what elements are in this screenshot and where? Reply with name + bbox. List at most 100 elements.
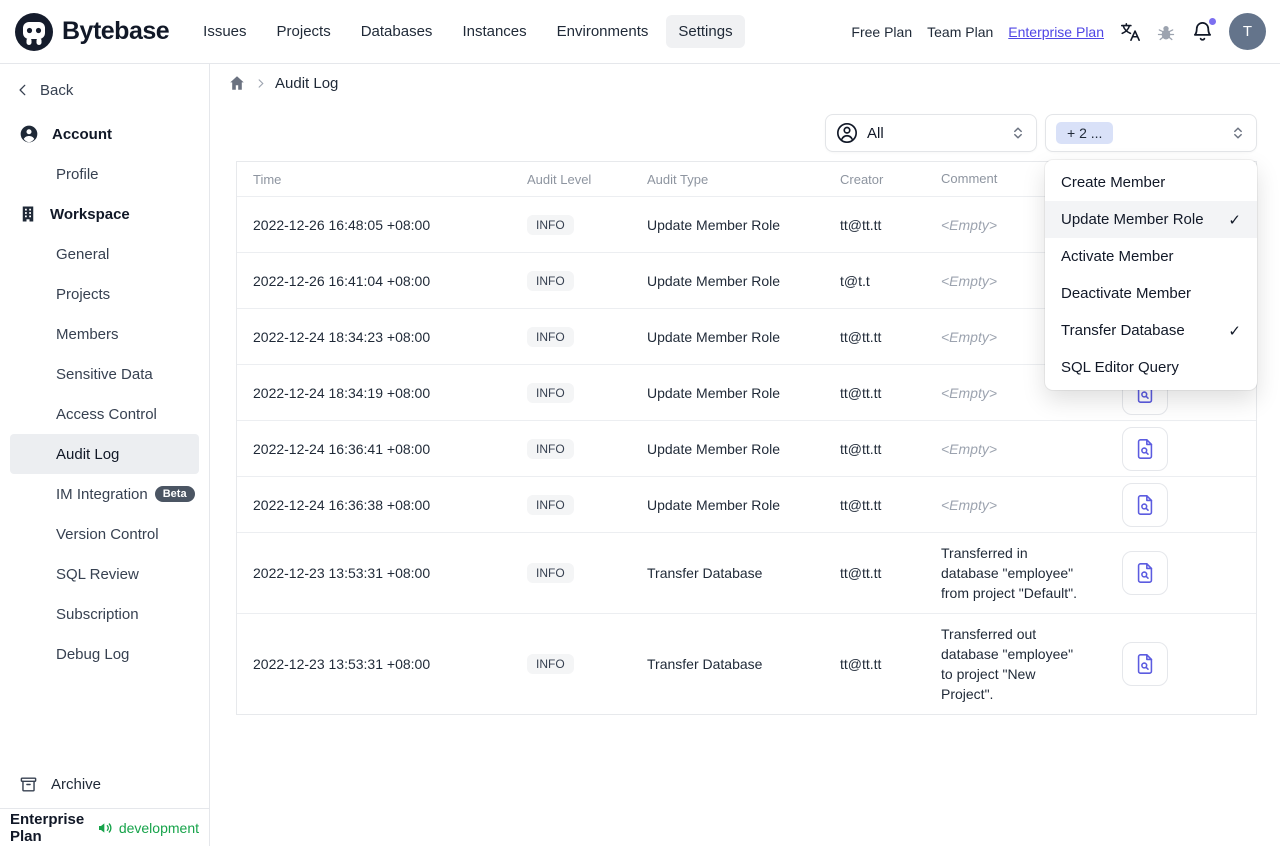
sidebar-item-general[interactable]: General — [10, 234, 199, 274]
menu-item-sql-editor-query[interactable]: SQL Editor Query — [1045, 349, 1257, 386]
sidebar-item-label: Debug Log — [56, 645, 130, 663]
table-row: 2022-12-23 13:53:31 +08:00 INFO Transfer D… — [237, 532, 1256, 613]
menu-item-deactivate-member[interactable]: Deactivate Member — [1045, 275, 1257, 312]
cell-time: 2022-12-24 16:36:41 +08:00 — [253, 440, 431, 457]
sidebar-item-label: Subscription — [56, 605, 139, 623]
plan-free-plan[interactable]: Free Plan — [851, 24, 912, 40]
cell-time: 2022-12-23 13:53:31 +08:00 — [253, 656, 431, 672]
nav-item-projects[interactable]: Projects — [265, 15, 343, 48]
notifications-bell-icon[interactable] — [1191, 17, 1217, 43]
home-icon[interactable] — [228, 74, 246, 92]
nav-item-environments[interactable]: Environments — [545, 15, 661, 48]
chevron-updown-icon — [1014, 127, 1022, 139]
sidebar-item-im-integration[interactable]: IM Integration Beta — [10, 474, 199, 514]
menu-item-activate-member[interactable]: Activate Member — [1045, 238, 1257, 275]
sidebar-item-members[interactable]: Members — [10, 314, 199, 354]
nav-item-settings[interactable]: Settings — [666, 15, 745, 48]
sidebar-item-label: Members — [56, 325, 119, 343]
chevron-updown-icon — [1234, 127, 1242, 139]
cell-audit-level: INFO — [507, 382, 627, 403]
audit-level-badge: INFO — [527, 654, 574, 674]
view-audit-detail-button[interactable] — [1122, 482, 1168, 527]
sidebar-item-label: General — [56, 245, 110, 263]
audit-level-badge: INFO — [527, 382, 574, 403]
cell-audit-level: INFO — [507, 270, 627, 291]
menu-item-label: Update Member Role — [1061, 211, 1204, 228]
menu-item-update-member-role[interactable]: Update Member Role ✓ — [1045, 201, 1257, 238]
sidebar-item-sensitive-data[interactable]: Sensitive Data — [10, 354, 199, 394]
plan-enterprise-plan[interactable]: Enterprise Plan — [1008, 24, 1104, 40]
sidebar-item-archive[interactable]: Archive — [0, 764, 209, 804]
empty-comment: <Empty> — [941, 496, 998, 513]
cell-audit-type: Update Member Role — [647, 272, 781, 289]
audit-level-badge: INFO — [527, 563, 574, 583]
cell-audit-level: INFO — [507, 438, 627, 459]
breadcrumb: Audit Log — [228, 74, 338, 92]
menu-item-label: Activate Member — [1061, 248, 1174, 265]
menu-item-transfer-database[interactable]: Transfer Database ✓ — [1045, 312, 1257, 349]
person-circle-icon — [836, 122, 858, 144]
column-header-creator: Creator — [840, 171, 884, 187]
back-label: Back — [40, 81, 74, 99]
back-button[interactable]: Back — [0, 70, 209, 110]
cell-audit-level: INFO — [507, 214, 627, 235]
creator-filter-select[interactable]: All — [825, 114, 1037, 152]
view-audit-detail-button[interactable] — [1122, 426, 1168, 471]
cell-actions — [1092, 482, 1256, 527]
main-nav: Issues Projects Databases Instances Environm… — [191, 15, 745, 48]
cell-actions — [1092, 642, 1256, 686]
audit-type-filter-select[interactable]: + 2 ... — [1045, 114, 1257, 152]
sidebar-section-label: Account — [52, 125, 112, 143]
cell-time: 2022-12-24 18:34:23 +08:00 — [253, 328, 431, 345]
chevron-right-icon — [258, 78, 264, 88]
nav-item-issues[interactable]: Issues — [191, 15, 258, 48]
sidebar-item-profile[interactable]: Profile — [10, 154, 199, 194]
cell-creator: tt@tt.tt — [840, 384, 882, 401]
cell-audit-type: Update Member Role — [647, 328, 781, 345]
sidebar-item-version-control[interactable]: Version Control — [10, 514, 199, 554]
user-icon — [19, 124, 39, 144]
plan-footer: Enterprise Plan development — [0, 808, 209, 846]
cell-time: 2022-12-24 16:36:38 +08:00 — [253, 496, 431, 513]
cell-audit-type: Update Member Role — [647, 440, 781, 457]
cell-audit-type: Update Member Role — [647, 216, 781, 233]
cell-time: 2022-12-24 18:34:19 +08:00 — [253, 384, 431, 401]
environment-badge: development — [118, 819, 199, 836]
building-icon — [19, 205, 37, 223]
sidebar-item-subscription[interactable]: Subscription — [10, 594, 199, 634]
view-audit-detail-button[interactable] — [1122, 551, 1168, 595]
cell-audit-type: Transfer Database — [647, 656, 763, 672]
check-icon: ✓ — [1228, 322, 1241, 340]
sidebar-item-label: Audit Log — [56, 445, 120, 463]
plan-team-plan[interactable]: Team Plan — [927, 24, 993, 40]
bug-report-icon[interactable] — [1156, 22, 1176, 42]
menu-item-create-member[interactable]: Create Member — [1045, 164, 1257, 201]
sidebar-item-access-control[interactable]: Access Control — [10, 394, 199, 434]
sidebar-sections: Account Profile Workspace General Projects Me… — [0, 114, 209, 674]
type-filter-count-chip: + 2 ... — [1056, 122, 1114, 144]
cell-creator: t@t.t — [840, 272, 870, 289]
sidebar-item-sql-review[interactable]: SQL Review — [10, 554, 199, 594]
empty-comment: <Empty> — [941, 328, 998, 345]
plan-switcher: Free Plan Team Plan Enterprise Plan — [851, 24, 1104, 40]
table-row: 2022-12-24 16:36:41 +08:00 INFO Update Mem… — [237, 420, 1256, 476]
sidebar-item-label: Access Control — [56, 405, 157, 423]
cell-audit-level: INFO — [507, 563, 627, 583]
sidebar-item-audit-log[interactable]: Audit Log — [10, 434, 199, 474]
cell-creator: tt@tt.tt — [840, 565, 882, 581]
sidebar-item-debug-log[interactable]: Debug Log — [10, 634, 199, 674]
translate-icon[interactable] — [1119, 21, 1141, 43]
empty-comment: <Empty> — [941, 272, 998, 289]
audit-type-dropdown-menu: Create Member Update Member Role ✓ Activate… — [1045, 160, 1257, 390]
sidebar-item-projects[interactable]: Projects — [10, 274, 199, 314]
column-header-audit-type: Audit Type — [647, 171, 709, 187]
bytebase-logo[interactable]: Bytebase — [14, 12, 170, 52]
audit-level-badge: INFO — [527, 270, 574, 291]
user-avatar[interactable]: T — [1229, 13, 1266, 50]
cell-actions — [1092, 551, 1256, 595]
brand-name: Bytebase — [62, 17, 170, 45]
cell-actions — [1092, 426, 1256, 471]
view-audit-detail-button[interactable] — [1122, 642, 1168, 686]
nav-item-databases[interactable]: Databases — [349, 15, 445, 48]
nav-item-instances[interactable]: Instances — [450, 15, 538, 48]
